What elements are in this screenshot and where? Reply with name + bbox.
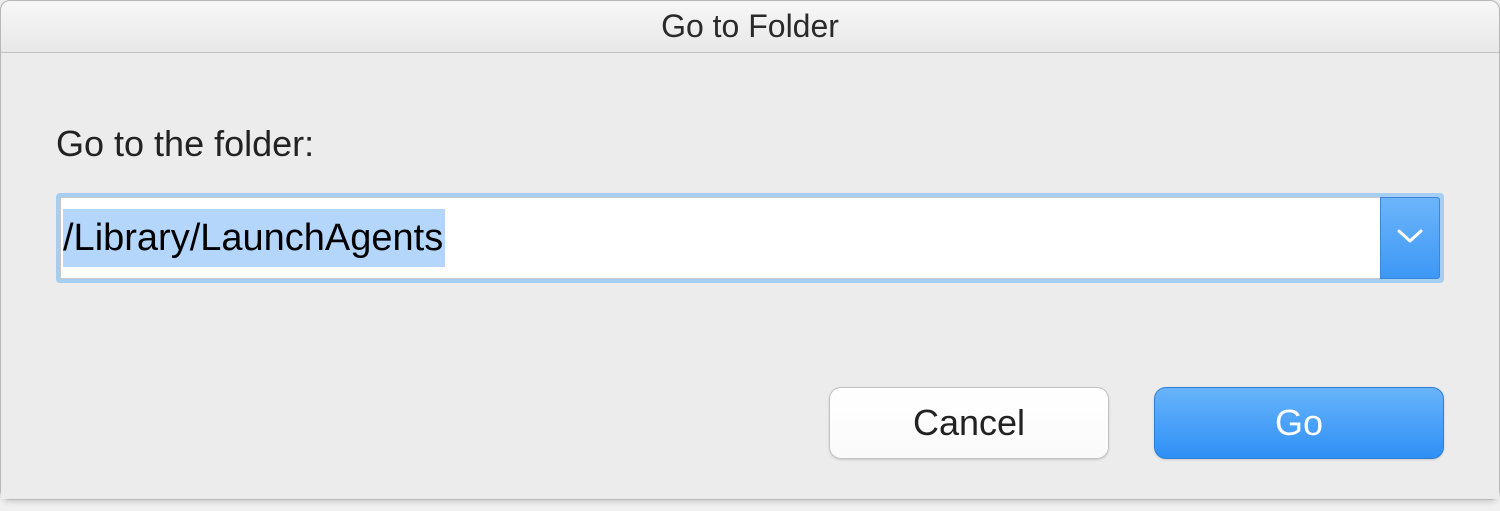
folder-path-input[interactable]: /Library/LaunchAgents [60, 197, 1380, 279]
folder-path-value: /Library/LaunchAgents [63, 209, 445, 267]
dialog-title: Go to Folder [661, 8, 839, 45]
go-button[interactable]: Go [1154, 387, 1444, 459]
chevron-down-icon [1396, 227, 1424, 250]
dialog-content: Go to the folder: /Library/LaunchAgents … [1, 53, 1499, 499]
cancel-button[interactable]: Cancel [829, 387, 1109, 459]
history-dropdown-button[interactable] [1380, 197, 1440, 279]
prompt-label: Go to the folder: [56, 123, 1444, 165]
go-to-folder-dialog: Go to Folder Go to the folder: /Library/… [0, 0, 1500, 500]
button-row: Cancel Go [829, 387, 1444, 459]
path-input-row: /Library/LaunchAgents [56, 193, 1444, 283]
titlebar: Go to Folder [1, 1, 1499, 53]
